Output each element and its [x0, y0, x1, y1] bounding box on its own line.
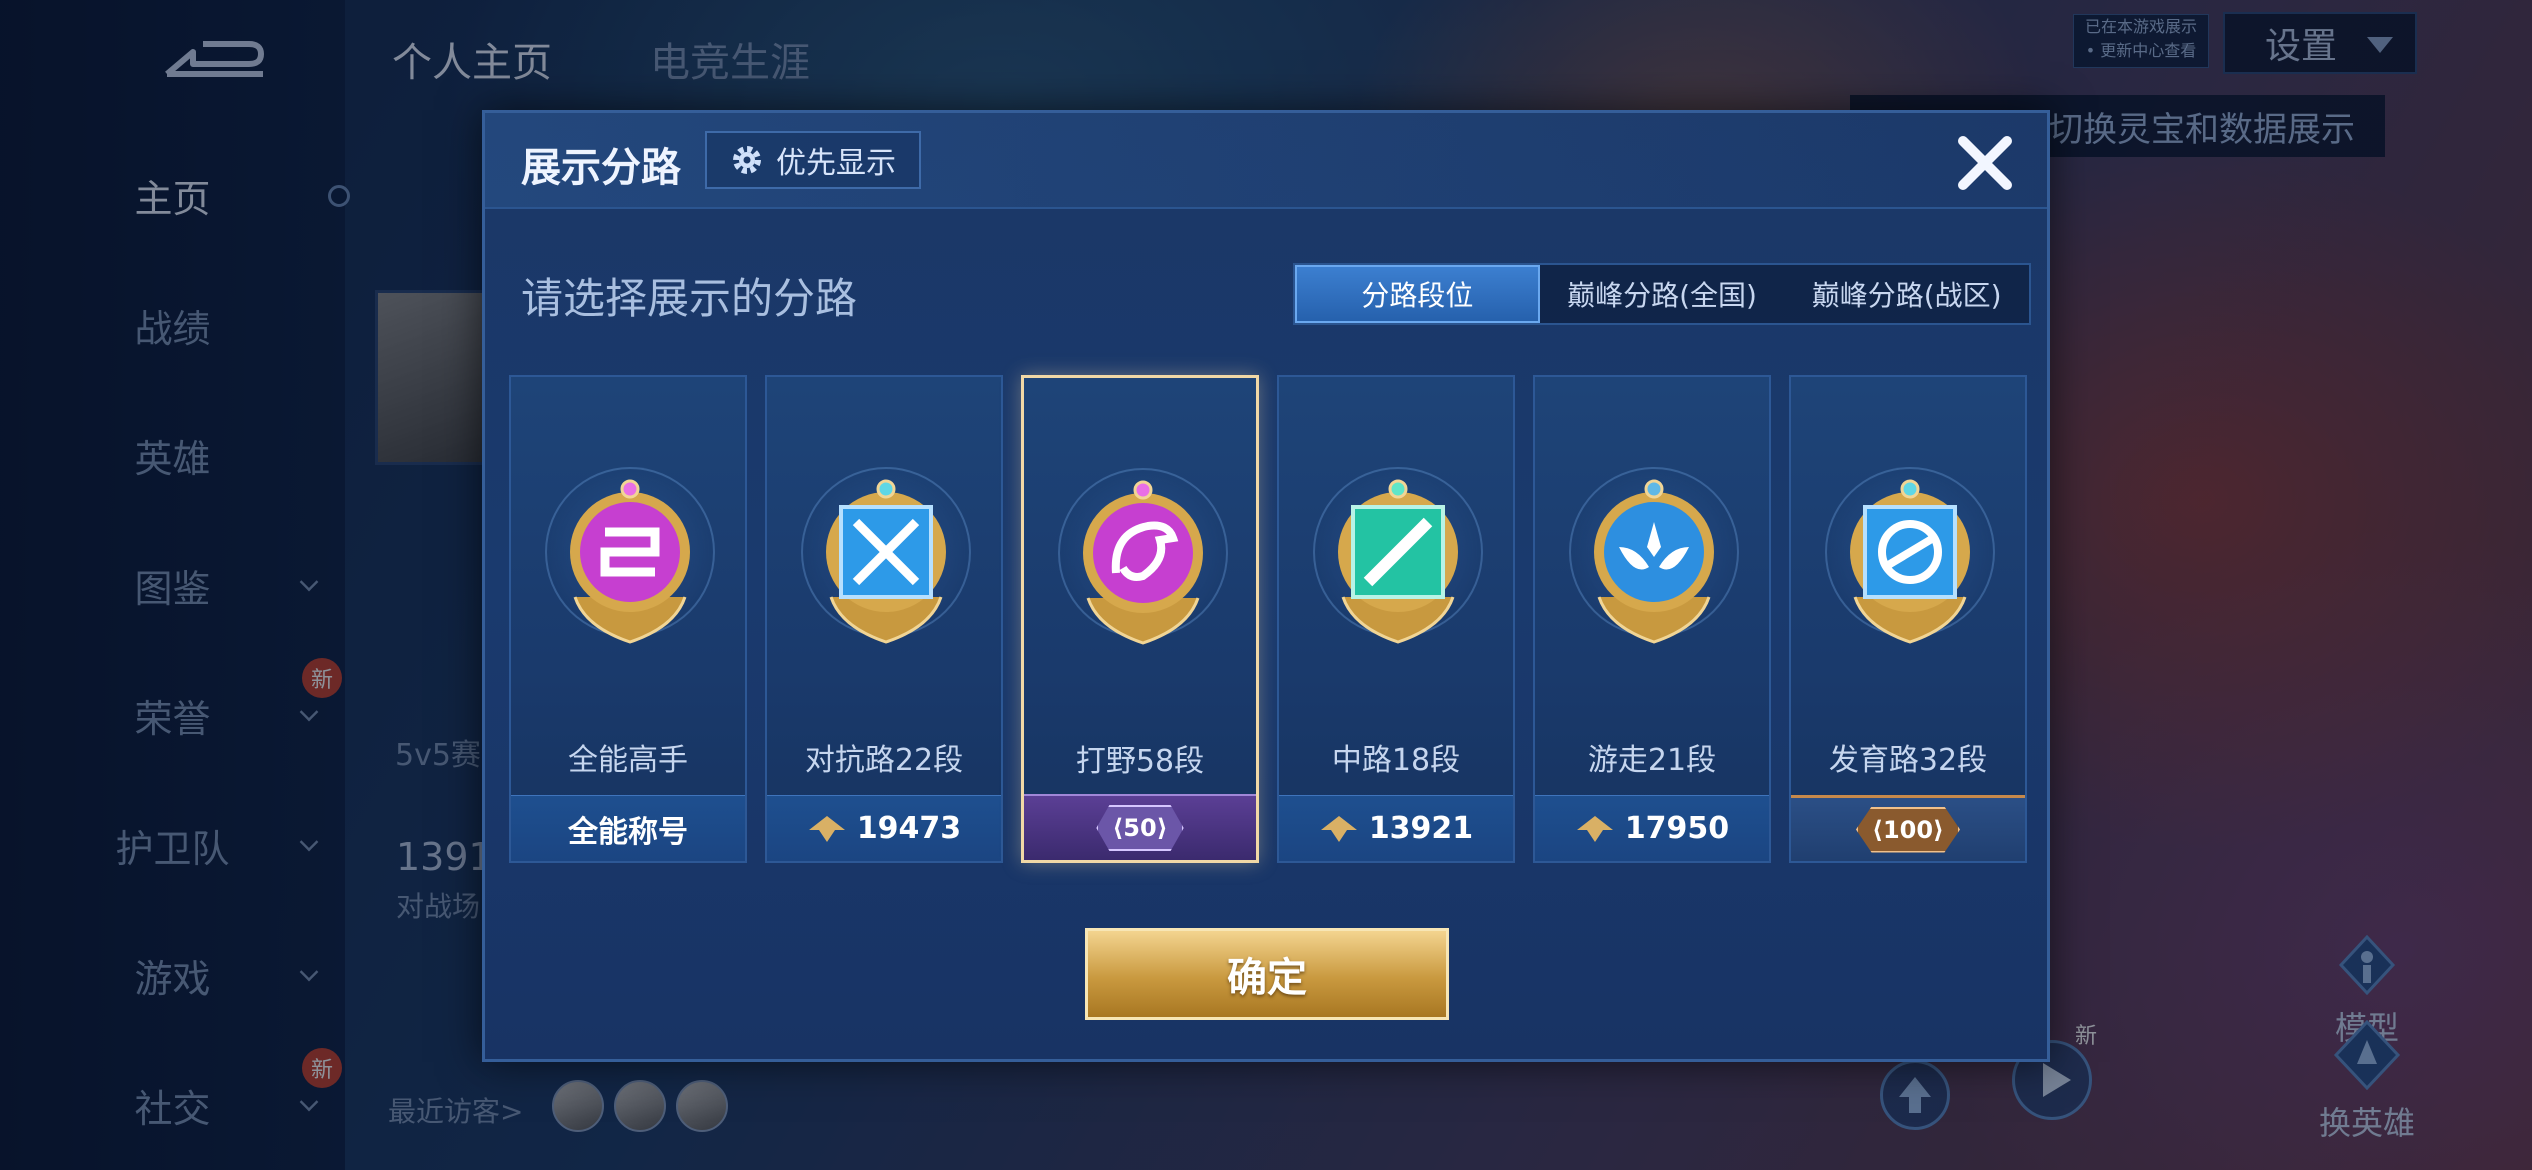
lane-name: 全能高手: [568, 743, 688, 778]
dialog-subtitle: 请选择展示的分路: [521, 274, 858, 323]
confirm-button[interactable]: 确定: [1085, 928, 1449, 1020]
lane-display-dialog: 展示分路 优先显示 请选择展示的分路 分路段位 巅峰分路(全国) 巅峰分路(战区…: [482, 110, 2050, 1062]
rank-star-badge: ⟨50⟩: [1096, 805, 1184, 851]
priority-display-button[interactable]: 优先显示: [705, 131, 921, 189]
lane-card-farm[interactable]: 发育路32段 ⟨100⟩: [1789, 375, 2027, 863]
gear-icon: [733, 146, 761, 174]
close-icon: [1958, 136, 2012, 190]
lane-score: 13921: [1368, 811, 1474, 846]
tab-peak-national[interactable]: 巅峰分路(全国): [1540, 265, 1785, 323]
lane-card-mid[interactable]: 中路18段 13921: [1277, 375, 1515, 863]
mid-lane-emblem-icon: [1338, 479, 1458, 644]
lane-name: 对抗路22段: [804, 743, 964, 778]
rank-star-badge: ⟨100⟩: [1855, 806, 1961, 853]
tab-lane-rank[interactable]: 分路段位: [1295, 265, 1540, 323]
lane-name: 发育路32段: [1828, 743, 1988, 778]
lane-footer: ⟨100⟩: [1791, 795, 2025, 861]
lane-name: 游走21段: [1587, 743, 1717, 778]
lane-card-list: 全能高手 全能称号 对抗路22段 19473 打野58段 ⟨50⟩ 中路18段 …: [509, 375, 2029, 975]
jungle-dragon-emblem-icon: [1083, 480, 1203, 645]
lane-type-tabs: 分路段位 巅峰分路(全国) 巅峰分路(战区): [1293, 263, 2031, 325]
lane-footer: ⟨50⟩: [1024, 794, 1256, 860]
rank-star-count: ⟨50⟩: [1112, 814, 1168, 842]
lane-card-roam[interactable]: 游走21段 17950: [1533, 375, 1771, 863]
lane-footer: 全能称号: [511, 795, 745, 861]
rank-star-count: ⟨100⟩: [1871, 815, 1945, 844]
dialog-header: 展示分路 优先显示: [485, 113, 2047, 209]
lane-card-allround[interactable]: 全能高手 全能称号: [509, 375, 747, 863]
dialog-title: 展示分路: [521, 145, 681, 191]
lane-card-clash[interactable]: 对抗路22段 19473: [765, 375, 1003, 863]
peak-points-icon: [1320, 815, 1357, 842]
allround-emblem-icon: [570, 479, 690, 644]
roam-wings-emblem-icon: [1594, 479, 1714, 644]
priority-display-label: 优先显示: [776, 146, 896, 181]
farm-lane-emblem-icon: [1850, 479, 1970, 644]
lane-footer: 19473: [767, 795, 1001, 861]
lane-name: 中路18段: [1331, 743, 1461, 778]
lane-name: 打野58段: [1075, 744, 1205, 779]
clash-lane-emblem-icon: [826, 479, 946, 644]
lane-footer: 17950: [1535, 795, 1769, 861]
lane-score: 17950: [1624, 811, 1730, 846]
peak-points-icon: [808, 815, 845, 842]
close-button[interactable]: [1945, 123, 2025, 203]
lane-score: 19473: [856, 811, 962, 846]
lane-footer-text: 全能称号: [568, 814, 688, 850]
lane-card-jungle[interactable]: 打野58段 ⟨50⟩: [1021, 375, 1259, 863]
peak-points-icon: [1576, 815, 1613, 842]
lane-footer: 13921: [1279, 795, 1513, 861]
tab-peak-region[interactable]: 巅峰分路(战区): [1784, 265, 2029, 323]
